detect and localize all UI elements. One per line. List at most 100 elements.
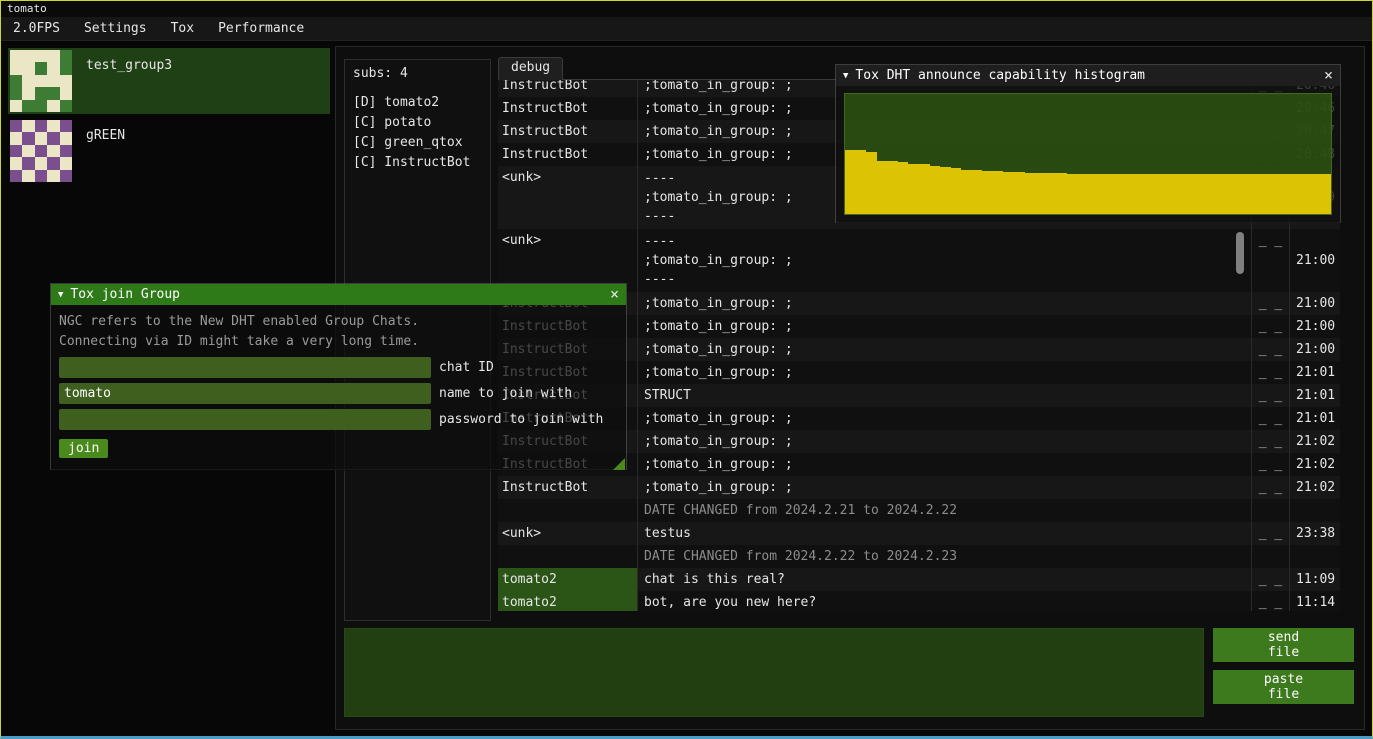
- subs-list-item[interactable]: [C] InstructBot: [353, 153, 482, 173]
- group-list-item[interactable]: gREEN: [8, 118, 330, 184]
- collapse-arrow-icon[interactable]: ▼: [843, 71, 848, 81]
- chat-time-cell: [1290, 555, 1340, 559]
- chat-message-line: ;tomato_in_group: ;: [644, 294, 1245, 313]
- collapse-arrow-icon[interactable]: ▼: [58, 290, 63, 300]
- avatar-pixel: [60, 62, 72, 74]
- chat-message-line: chat is this real?: [644, 570, 1245, 589]
- avatar-pixel: [35, 100, 47, 112]
- join-group-title: Tox join Group: [70, 287, 180, 302]
- chat-message-row: InstructBot;tomato_in_group: ;_ _21:02: [498, 476, 1340, 499]
- chat-sender-name: InstructBot: [498, 476, 638, 499]
- avatar-pixel: [10, 157, 22, 169]
- join-input-label-chat-id: chat ID: [439, 360, 494, 375]
- chat-time-cell: 11:14: [1290, 591, 1340, 611]
- subs-count: subs: 4: [353, 66, 482, 81]
- close-icon[interactable]: ×: [610, 287, 619, 302]
- fps-counter: 2.0FPS: [1, 17, 72, 41]
- avatar-pixel: [22, 87, 34, 99]
- histogram-bar: [877, 161, 888, 214]
- avatar-pixel: [47, 157, 59, 169]
- histogram-bar: [940, 167, 951, 214]
- chat-message-text: ;tomato_in_group: ;: [638, 315, 1252, 338]
- dht-histogram-titlebar[interactable]: ▼ Tox DHT announce capability histogram …: [836, 65, 1340, 86]
- chat-flags-cell: [1252, 499, 1290, 522]
- tab-debug[interactable]: debug: [498, 57, 563, 80]
- chat-message-line: ;tomato_in_group: ;: [644, 363, 1245, 382]
- avatar-pixel: [47, 145, 59, 157]
- histogram-bar: [951, 168, 962, 214]
- avatar-pixel: [35, 170, 47, 182]
- join-group-window: ▼ Tox join Group × NGC refers to the New…: [50, 283, 627, 470]
- join-input-row-name-to-join-with: name to join with: [59, 383, 618, 404]
- chat-flags-cell: _ _: [1252, 591, 1290, 611]
- subs-list: [D] tomato2[C] potato[C] green_qtox[C] I…: [353, 93, 482, 173]
- group-avatar: [10, 120, 72, 182]
- window-title: tomato: [1, 1, 1372, 17]
- chat-flags-cell: _ _: [1252, 453, 1290, 476]
- chat-time-cell: 21:00: [1290, 292, 1340, 315]
- histogram-bar: [898, 162, 909, 214]
- histogram-bar: [982, 171, 993, 214]
- group-name: gREEN: [86, 128, 125, 143]
- chat-message-text: testus: [638, 522, 1252, 545]
- join-group-body: NGC refers to the New DHT enabled Group …: [51, 305, 626, 471]
- chat-scrollbar[interactable]: [1236, 232, 1244, 274]
- histogram-bar: [1003, 172, 1014, 214]
- histogram-bar: [1046, 173, 1057, 214]
- chat-flags-cell: _ _: [1252, 384, 1290, 407]
- close-icon[interactable]: ×: [1324, 68, 1333, 83]
- chat-time-cell: 21:00: [1290, 315, 1340, 338]
- avatar-pixel: [22, 145, 34, 157]
- chat-sender-name: InstructBot: [498, 120, 638, 143]
- paste-file-button[interactable]: paste file: [1213, 670, 1354, 704]
- dht-histogram-title: Tox DHT announce capability histogram: [855, 68, 1145, 83]
- menu-bar: 2.0FPSSettingsToxPerformance: [1, 17, 1372, 41]
- subs-list-item[interactable]: [C] green_qtox: [353, 133, 482, 153]
- histogram-bar: [1310, 174, 1321, 214]
- group-list-item[interactable]: test_group3: [8, 48, 330, 114]
- avatar-pixel: [10, 87, 22, 99]
- menu-item-settings[interactable]: Settings: [72, 17, 159, 41]
- join-button[interactable]: join: [59, 439, 108, 458]
- subs-list-item[interactable]: [D] tomato2: [353, 93, 482, 113]
- chat-time-cell: 21:02: [1290, 476, 1340, 499]
- chat-time-cell: 21:00: [1290, 249, 1340, 272]
- chat-message-row: tomato2chat is this real?_ _11:09: [498, 568, 1340, 591]
- avatar-pixel: [35, 62, 47, 74]
- join-description-line2: Connecting via ID might take a very long…: [59, 332, 618, 352]
- join-group-titlebar[interactable]: ▼ Tox join Group ×: [51, 284, 626, 305]
- group-list: test_group3 gREEN: [8, 48, 330, 188]
- chat-message-text: ;tomato_in_group: ;: [638, 476, 1252, 499]
- menu-item-performance[interactable]: Performance: [206, 17, 316, 41]
- histogram-bar: [930, 166, 941, 214]
- join-input-password-to-join-with[interactable]: [59, 409, 431, 430]
- send-file-label-line1: send: [1268, 630, 1299, 645]
- menu-item-tox[interactable]: Tox: [159, 17, 206, 41]
- subs-list-item[interactable]: [C] potato: [353, 113, 482, 133]
- chat-message-line: ;tomato_in_group: ;: [644, 251, 1245, 270]
- dht-histogram-body: [836, 86, 1340, 223]
- date-changed-text: DATE CHANGED from 2024.2.21 to 2024.2.22: [638, 499, 1252, 522]
- avatar-pixel: [60, 87, 72, 99]
- join-input-row-chat-id: chat ID: [59, 357, 618, 378]
- histogram-bar: [961, 170, 972, 214]
- avatar-pixel: [10, 100, 22, 112]
- histogram-bar: [1109, 174, 1120, 214]
- chat-message-text: chat is this real?: [638, 568, 1252, 591]
- resize-grip[interactable]: [613, 458, 625, 470]
- send-file-button[interactable]: send file: [1213, 628, 1354, 662]
- chat-time-cell: 11:09: [1290, 568, 1340, 591]
- histogram-bar: [1183, 174, 1194, 214]
- join-input-name-to-join-with[interactable]: [59, 383, 431, 404]
- date-changed-text: DATE CHANGED from 2024.2.22 to 2024.2.23: [638, 545, 1252, 568]
- chat-message-text: ;tomato_in_group: ;: [638, 338, 1252, 361]
- histogram-bar: [1299, 174, 1310, 214]
- message-input[interactable]: [344, 628, 1204, 717]
- histogram-bar: [1025, 173, 1036, 214]
- avatar-pixel: [60, 145, 72, 157]
- avatar-pixel: [47, 87, 59, 99]
- avatar-pixel: [60, 100, 72, 112]
- chat-sender-name: InstructBot: [498, 143, 638, 166]
- avatar-pixel: [47, 120, 59, 132]
- join-input-chat-id[interactable]: [59, 357, 431, 378]
